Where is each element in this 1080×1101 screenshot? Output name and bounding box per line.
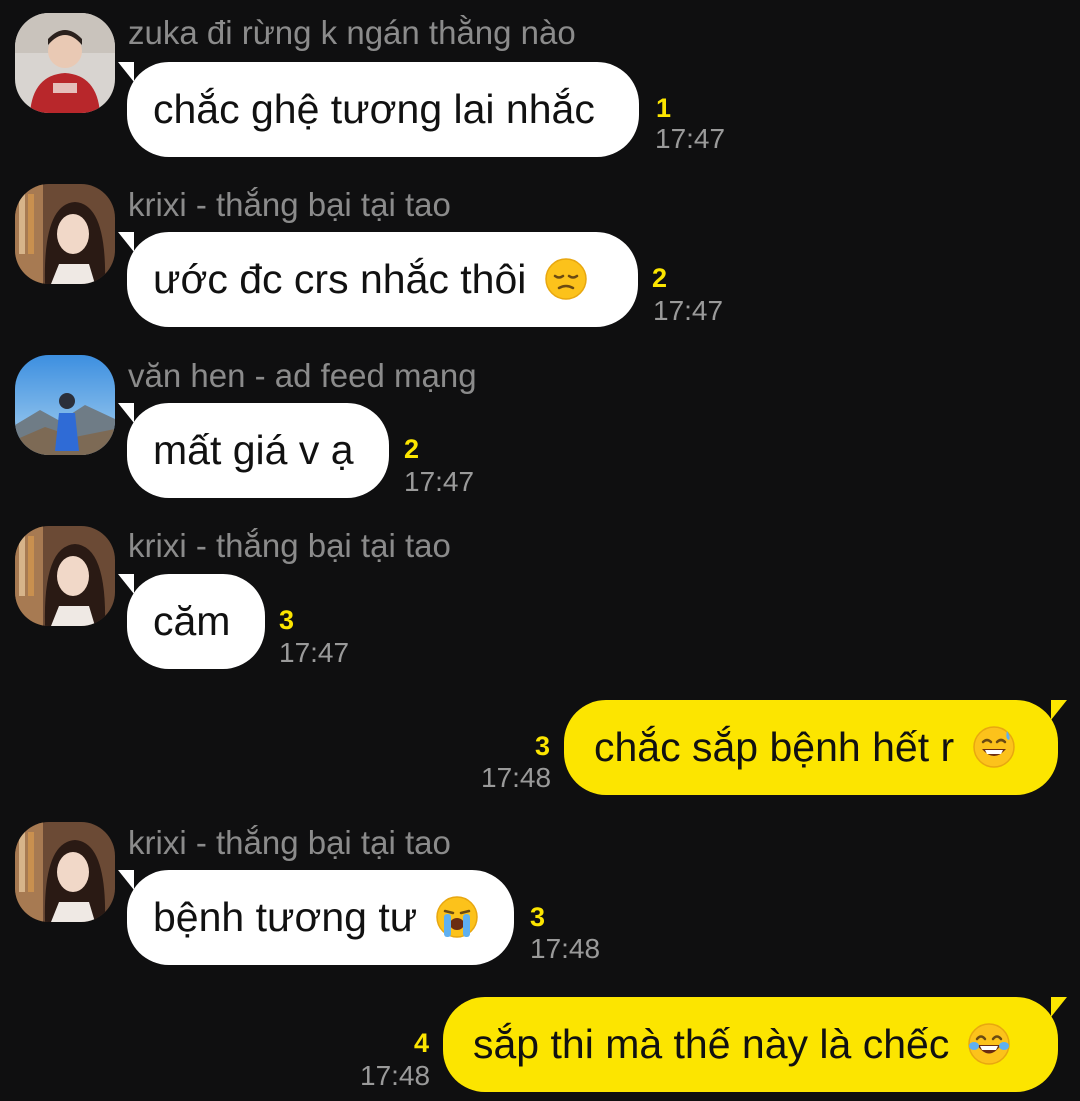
avatar-krixi[interactable] (15, 184, 115, 284)
message-text: bệnh tương tư (153, 894, 418, 940)
message-time: 17:48 (360, 1060, 431, 1091)
message-text: căm (153, 598, 231, 644)
message-row: krixi - thắng bại tại tao ước đc crs nhắ… (0, 170, 1080, 340)
message-bubble[interactable]: chắc sắp bệnh hết r (564, 700, 1067, 795)
message-bubble[interactable]: sắp thi mà thế này là chếc (443, 997, 1067, 1092)
unread-count: 3 (530, 902, 546, 932)
message-bubble[interactable]: căm (118, 574, 265, 669)
unread-count: 4 (414, 1028, 430, 1058)
pensive-face-icon (544, 257, 588, 301)
message-time: 17:47 (404, 466, 475, 497)
unread-count: 3 (279, 605, 295, 635)
message-time: 17:47 (655, 123, 726, 154)
unread-count: 3 (535, 731, 551, 761)
message-row: 4 17:48 sắp thi mà thế này là chếc (0, 980, 1080, 1101)
message-time: 17:47 (279, 637, 350, 668)
sender-name: văn hen - ad feed mạng (128, 357, 477, 394)
avatar-van-hen[interactable] (15, 355, 115, 455)
message-bubble[interactable]: chắc ghệ tương lai nhắc (118, 62, 639, 157)
unread-count: 2 (652, 263, 668, 293)
avatar-zuka[interactable] (15, 13, 115, 113)
message-row: văn hen - ad feed mạng mất giá v ạ 2 17:… (0, 340, 1080, 510)
message-text: mất giá v ạ (153, 427, 354, 473)
sender-name: krixi - thắng bại tại tao (128, 824, 451, 861)
unread-count: 2 (404, 434, 420, 464)
sender-name: zuka đi rừng k ngán thằng nào (128, 14, 576, 51)
message-time: 17:47 (653, 295, 724, 326)
message-text: chắc sắp bệnh hết r (594, 724, 955, 770)
avatar-krixi[interactable] (15, 822, 115, 922)
sender-name: krixi - thắng bại tại tao (128, 186, 451, 223)
message-bubble[interactable]: bệnh tương tư (118, 870, 514, 965)
message-time: 17:48 (481, 762, 552, 793)
message-text: chắc ghệ tương lai nhắc (153, 86, 595, 132)
message-row: krixi - thắng bại tại tao căm 3 17:47 (0, 510, 1080, 680)
message-bubble[interactable]: ước đc crs nhắc thôi (118, 232, 638, 327)
avatar-krixi[interactable] (15, 526, 115, 626)
message-row: 3 17:48 chắc sắp bệnh hết r (0, 680, 1080, 810)
tears-of-joy-face-icon (967, 1022, 1011, 1066)
message-text: sắp thi mà thế này là chếc (473, 1021, 950, 1067)
message-text: ước đc crs nhắc thôi (153, 256, 527, 302)
loudly-crying-face-icon (435, 895, 479, 939)
sender-name: krixi - thắng bại tại tao (128, 527, 451, 564)
grinning-sweat-face-icon (972, 725, 1016, 769)
message-row: krixi - thắng bại tại tao bệnh tương tư … (0, 810, 1080, 980)
message-time: 17:48 (530, 933, 601, 964)
unread-count: 1 (656, 93, 672, 123)
message-row: zuka đi rừng k ngán thằng nào chắc ghệ t… (0, 0, 1080, 170)
message-bubble[interactable]: mất giá v ạ (118, 403, 389, 498)
